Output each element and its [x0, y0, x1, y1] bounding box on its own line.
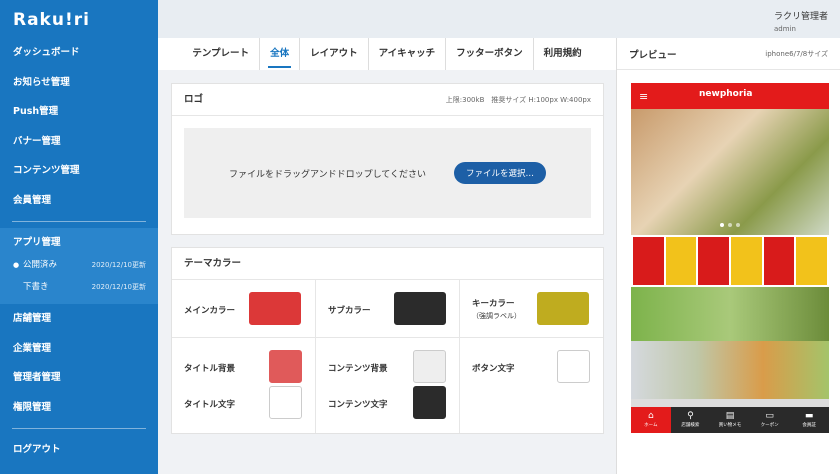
sub-item-label: 下書き	[23, 282, 49, 292]
color-button-text: ボタン文字	[460, 338, 603, 433]
sidebar-item-app[interactable]: アプリ管理	[0, 232, 158, 254]
phone-nav-store-search: ⚲ 店舗検索	[671, 407, 711, 433]
sub-item-updated: 2020/12/10更新	[91, 283, 146, 291]
app-logo[interactable]: Raku!ri	[0, 0, 158, 38]
color-label: コンテンツ文字	[328, 400, 388, 410]
content-text-swatch[interactable]	[413, 386, 446, 419]
color-label: タイトル背景	[184, 364, 236, 374]
phone-bottom-nav: ⌂ ホーム ⚲ 店舗検索 ▤ 買い物メモ ▭ クーポン ▬ 会員証	[631, 407, 829, 433]
coupon-icon: ▭	[765, 411, 774, 421]
color-sub: サブカラー	[316, 280, 460, 338]
sidebar-divider	[12, 221, 146, 222]
color-pair-title: タイトル背景 タイトル文字	[172, 338, 316, 433]
sub-item-label: 公開済み	[23, 260, 58, 270]
phone-brand-logo: newphoria	[699, 89, 753, 99]
sidebar-item-banner[interactable]: バナー管理	[0, 127, 158, 157]
color-key: キーカラー （強調ラベル）	[460, 280, 603, 338]
main-color-swatch[interactable]	[249, 292, 301, 325]
preview-panel: プレビュー iphone6/7/8サイズ ≡ newphoria ⌂ ホーム ⚲ 店…	[616, 38, 840, 474]
key-color-swatch[interactable]	[537, 292, 589, 325]
logo-spec: 上限:300kB 推奨サイズ H:100px W:400px	[445, 96, 591, 104]
sidebar-item-push[interactable]: Push管理	[0, 97, 158, 127]
phone-nav-home: ⌂ ホーム	[631, 407, 671, 433]
sub-color-swatch[interactable]	[394, 292, 446, 325]
logo-card: ロゴ 上限:300kB 推奨サイズ H:100px W:400px ファイルをド…	[171, 83, 604, 235]
sidebar-item-news[interactable]: お知らせ管理	[0, 68, 158, 98]
select-file-button[interactable]: ファイルを選択…	[454, 162, 547, 184]
logo-card-header: ロゴ 上限:300kB 推奨サイズ H:100px W:400px	[172, 84, 603, 116]
sidebar-item-stores[interactable]: 店舗管理	[0, 304, 158, 334]
tab-footer-buttons[interactable]: フッターボタン	[446, 38, 534, 70]
title-bg-swatch[interactable]	[269, 350, 302, 383]
sub-item-spacer	[13, 276, 23, 298]
sidebar-sub-published[interactable]: ● 公開済み 2020/12/10更新	[0, 254, 158, 276]
phone-content-image	[631, 341, 829, 399]
phone-hero-image	[631, 109, 829, 235]
sidebar-item-members[interactable]: 会員管理	[0, 186, 158, 216]
color-note: （強調ラベル）	[472, 312, 521, 320]
sidebar: Raku!ri ダッシュボード お知らせ管理 Push管理 バナー管理 コンテン…	[0, 0, 158, 474]
top-header: ラクリ管理者 admin	[158, 0, 840, 38]
color-main: メインカラー	[172, 280, 316, 338]
active-dot-icon: ●	[13, 261, 20, 269]
color-label: ボタン文字	[472, 364, 515, 374]
phone-content-image	[631, 287, 829, 341]
memo-icon: ▤	[725, 411, 735, 421]
preview-title: プレビュー	[629, 49, 677, 61]
theme-color-card: テーマカラー メインカラー サブカラー キーカラー （強調ラベル） タイトル背景…	[171, 247, 604, 434]
theme-card-title: テーマカラー	[184, 258, 242, 269]
color-label: サブカラー	[328, 306, 371, 316]
title-text-swatch[interactable]	[269, 386, 302, 419]
sidebar-item-companies[interactable]: 企業管理	[0, 334, 158, 364]
sidebar-item-permissions[interactable]: 権限管理	[0, 393, 158, 423]
sidebar-group-app: アプリ管理 ● 公開済み 2020/12/10更新 下書き 2020/12/10…	[0, 228, 158, 304]
tab-template[interactable]: テンプレート	[182, 38, 261, 70]
sidebar-item-dashboard[interactable]: ダッシュボード	[0, 38, 158, 68]
sidebar-sub-draft[interactable]: 下書き 2020/12/10更新	[0, 276, 158, 298]
color-label: タイトル文字	[184, 400, 236, 410]
user-menu[interactable]: ラクリ管理者 admin	[774, 9, 828, 33]
phone-flyer-banner	[631, 235, 829, 287]
color-label: コンテンツ背景	[328, 364, 388, 374]
sidebar-item-admins[interactable]: 管理者管理	[0, 363, 158, 393]
tab-general[interactable]: 全体	[260, 38, 301, 70]
sub-item-updated: 2020/12/10更新	[91, 261, 146, 269]
color-label: キーカラー	[472, 299, 515, 309]
dropzone-text: ファイルをドラッグアンドドロップしてください	[228, 169, 427, 180]
user-role: admin	[773, 25, 796, 33]
phone-nav-member-card: ▬ 会員証	[789, 407, 829, 433]
carousel-dots	[720, 223, 740, 227]
content-bg-swatch[interactable]	[413, 350, 446, 383]
button-text-swatch[interactable]	[557, 350, 590, 383]
logout-button[interactable]: ログアウト	[0, 435, 158, 465]
sidebar-item-contents[interactable]: コンテンツ管理	[0, 156, 158, 186]
sidebar-divider	[12, 428, 146, 429]
hamburger-icon: ≡	[639, 90, 649, 103]
settings-tabs: テンプレート 全体 レイアウト アイキャッチ フッターボタン 利用規約	[158, 38, 616, 70]
color-label: メインカラー	[184, 306, 236, 316]
phone-preview: ≡ newphoria ⌂ ホーム ⚲ 店舗検索 ▤ 買い物メモ ▭ クーポン ▬ 会員証	[631, 83, 829, 433]
color-pair-content: コンテンツ背景 コンテンツ文字	[316, 338, 460, 433]
device-size: iphone6/7/8サイズ	[765, 49, 828, 58]
logo-card-title: ロゴ	[184, 94, 204, 105]
search-icon: ⚲	[687, 411, 694, 421]
color-grid: メインカラー サブカラー キーカラー （強調ラベル） タイトル背景 タイトル文字…	[172, 280, 603, 433]
theme-card-header: テーマカラー	[172, 248, 603, 280]
tab-terms[interactable]: 利用規約	[534, 38, 592, 70]
home-icon: ⌂	[647, 411, 654, 421]
user-name: ラクリ管理者	[773, 12, 828, 22]
logo-dropzone[interactable]: ファイルをドラッグアンドドロップしてください ファイルを選択…	[184, 128, 591, 218]
tab-layout[interactable]: レイアウト	[300, 38, 369, 70]
preview-header: プレビュー iphone6/7/8サイズ	[617, 38, 840, 70]
phone-header: ≡ newphoria	[631, 83, 829, 109]
tab-eyecatch[interactable]: アイキャッチ	[369, 38, 447, 70]
main-content: ロゴ 上限:300kB 推奨サイズ H:100px W:400px ファイルをド…	[158, 70, 616, 474]
phone-nav-coupon: ▭ クーポン	[750, 407, 790, 433]
card-icon: ▬	[804, 411, 814, 421]
phone-nav-shopping-memo: ▤ 買い物メモ	[710, 407, 750, 433]
